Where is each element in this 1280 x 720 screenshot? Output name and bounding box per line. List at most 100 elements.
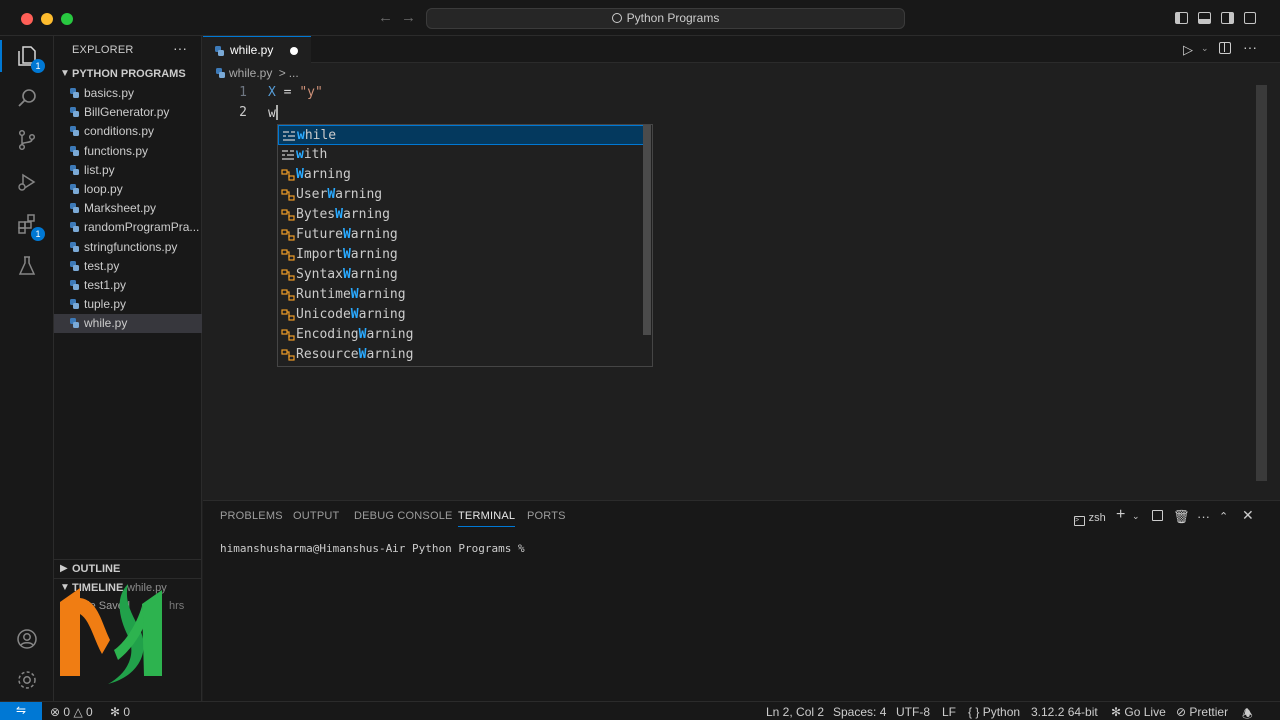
maximize-panel-icon[interactable]: ⌃ xyxy=(1219,510,1228,523)
more-actions-icon[interactable]: ··· xyxy=(1243,39,1257,55)
minimize-window-button[interactable] xyxy=(41,13,53,25)
file-name: list.py xyxy=(84,162,115,177)
cursor-position[interactable]: Ln 2, Col 2 xyxy=(766,705,824,719)
suggestion-item[interactable]: BytesWarning xyxy=(278,205,644,225)
file-item[interactable]: randomProgramPra... xyxy=(54,218,202,237)
suggestion-item[interactable]: with xyxy=(278,145,644,165)
suggestion-item[interactable]: SyntaxWarning xyxy=(278,265,644,285)
tab-while-py[interactable]: while.py xyxy=(203,36,311,63)
file-name: conditions.py xyxy=(84,124,155,139)
customize-layout-icon[interactable] xyxy=(1244,12,1256,24)
broadcast-icon: ✻ xyxy=(110,705,121,719)
back-arrow-icon[interactable]: ← xyxy=(378,9,393,26)
encoding[interactable]: UTF-8 xyxy=(896,705,930,719)
command-center-search[interactable]: Python Programs xyxy=(426,8,905,29)
toggle-panel-icon[interactable] xyxy=(1198,12,1211,24)
python-interpreter[interactable]: 3.12.2 64-bit xyxy=(1031,705,1098,719)
remote-indicator[interactable]: ⇋ xyxy=(0,702,42,720)
suggestion-match: W xyxy=(342,247,351,262)
zoom-window-button[interactable] xyxy=(61,13,73,25)
file-item[interactable]: test.py xyxy=(54,257,202,276)
ports-status[interactable]: ✻ 0 xyxy=(110,705,130,719)
unsaved-dot-icon[interactable] xyxy=(290,47,298,55)
run-python-icon[interactable]: ▷ xyxy=(1183,42,1193,58)
panel-tab[interactable]: TERMINAL xyxy=(458,510,516,527)
folder-header[interactable]: ▼ PYTHON PROGRAMS xyxy=(54,65,202,85)
panel-tab[interactable]: DEBUG CONSOLE xyxy=(354,510,453,522)
toggle-primary-sidebar-icon[interactable] xyxy=(1175,12,1188,24)
forward-arrow-icon[interactable]: → xyxy=(401,9,416,26)
run-debug-activity[interactable] xyxy=(15,170,39,194)
file-item[interactable]: conditions.py xyxy=(54,122,202,141)
suggestion-item[interactable]: EncodingWarning xyxy=(278,325,644,345)
manage-activity[interactable] xyxy=(15,668,39,692)
suggest-scrollbar[interactable] xyxy=(643,125,651,335)
file-item[interactable]: loop.py xyxy=(54,180,202,199)
editor-scrollbar[interactable] xyxy=(1256,85,1267,481)
chevron-down-icon[interactable]: ⌄ xyxy=(1201,43,1209,54)
class-icon xyxy=(281,169,295,181)
search-activity[interactable] xyxy=(15,86,39,110)
breadcrumb-file[interactable]: while.py xyxy=(229,66,272,80)
suggestion-item[interactable]: ImportWarning xyxy=(278,245,644,265)
terminal-shell[interactable]: > zsh xyxy=(1074,509,1106,526)
file-item[interactable]: stringfunctions.py xyxy=(54,238,202,257)
file-item[interactable]: while.py xyxy=(54,314,202,334)
chevron-right-icon: ▶ xyxy=(60,563,68,574)
code-typed-text: w xyxy=(268,106,276,121)
file-item[interactable]: BillGenerator.py xyxy=(54,103,202,122)
suggestion-item[interactable]: while xyxy=(278,125,644,145)
trash-icon[interactable]: 🗑 xyxy=(1173,509,1190,525)
terminal-prompt[interactable]: himanshusharma@Himanshus-Air Python Prog… xyxy=(220,542,525,555)
chevron-down-icon[interactable]: ⌄ xyxy=(1132,511,1140,522)
testing-activity[interactable] xyxy=(15,254,39,278)
file-item[interactable]: basics.py xyxy=(54,84,202,103)
split-editor-icon[interactable] xyxy=(1219,42,1231,54)
more-actions-icon[interactable]: ··· xyxy=(1197,509,1210,524)
end-of-line[interactable]: LF xyxy=(942,705,956,719)
bottom-panel: PROBLEMS OUTPUT DEBUG CONSOLE TERMINAL PORTS… xyxy=(203,500,1280,701)
indentation[interactable]: Spaces: 4 xyxy=(833,705,886,719)
file-item[interactable]: Marksheet.py xyxy=(54,199,202,218)
panel-tab[interactable]: OUTPUT xyxy=(293,510,339,522)
code-line-1[interactable]: X = "y" xyxy=(268,85,323,100)
sidebar-title: EXPLORER xyxy=(72,44,134,56)
prettier-status[interactable]: ⊘ Prettier xyxy=(1176,705,1228,719)
toggle-secondary-sidebar-icon[interactable] xyxy=(1221,12,1234,24)
ports-count: 0 xyxy=(123,705,131,719)
file-item[interactable]: tuple.py xyxy=(54,295,202,314)
suggestion-rest: arning xyxy=(366,347,414,362)
split-terminal-icon[interactable] xyxy=(1152,510,1163,521)
suggestion-item[interactable]: UnicodeWarning xyxy=(278,305,644,325)
code-line-2[interactable]: w xyxy=(268,105,278,121)
close-panel-icon[interactable]: ✕ xyxy=(1242,507,1254,524)
breadcrumb-separator: > xyxy=(278,66,286,80)
extensions-activity[interactable]: 1 xyxy=(15,212,45,241)
more-actions-icon[interactable]: ··· xyxy=(173,40,187,56)
class-icon xyxy=(281,309,295,321)
breadcrumb-symbols[interactable]: ... xyxy=(289,66,299,80)
suggestion-match: W xyxy=(296,167,304,182)
file-item[interactable]: test1.py xyxy=(54,276,202,295)
explorer-activity[interactable]: 1 xyxy=(0,40,45,73)
file-item[interactable]: list.py xyxy=(54,161,202,180)
notifications-bell-icon[interactable]: 🕭 xyxy=(1242,705,1253,720)
close-window-button[interactable] xyxy=(21,13,33,25)
accounts-activity[interactable] xyxy=(15,627,39,651)
source-control-activity[interactable] xyxy=(15,128,39,152)
language-mode[interactable]: { } Python xyxy=(968,705,1020,719)
panel-tab[interactable]: PROBLEMS xyxy=(220,510,283,522)
file-item[interactable]: functions.py xyxy=(54,142,202,161)
suggestion-item[interactable]: Warning xyxy=(278,165,644,185)
problems-status[interactable]: ⊗ 0 △ 0 xyxy=(50,705,93,719)
panel-tab[interactable]: PORTS xyxy=(527,510,566,522)
suggestion-item[interactable]: RuntimeWarning xyxy=(278,285,644,305)
outline-header[interactable]: ▶ OUTLINE xyxy=(54,559,202,579)
new-terminal-icon[interactable]: + xyxy=(1116,506,1125,524)
suggestion-item[interactable]: UserWarning xyxy=(278,185,644,205)
go-live-button[interactable]: ✻ Go Live xyxy=(1111,705,1166,719)
suggestion-item[interactable]: ResourceWarning xyxy=(278,345,644,365)
python-file-icon xyxy=(70,107,79,118)
suggestion-item[interactable]: FutureWarning xyxy=(278,225,644,245)
python-file-icon xyxy=(70,145,79,156)
